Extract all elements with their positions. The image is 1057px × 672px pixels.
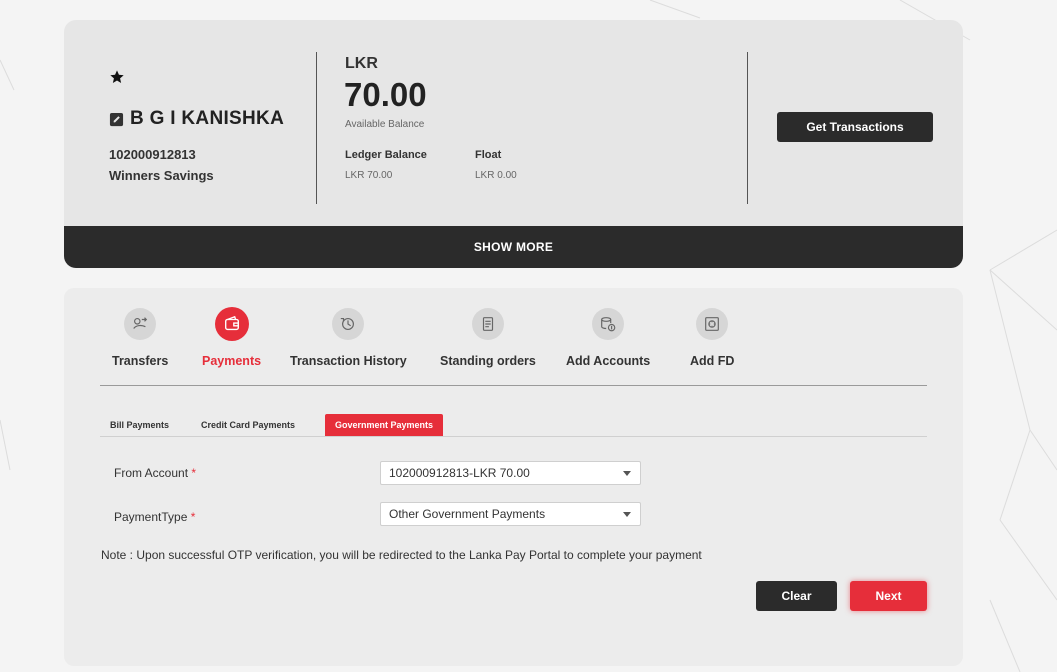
from-account-select[interactable]: 102000912813-LKR 70.00	[380, 461, 641, 485]
from-account-label: From Account *	[114, 466, 196, 480]
transaction-history-icon	[332, 308, 365, 340]
available-balance-label: Available Balance	[345, 119, 425, 130]
menu-item-transaction-history[interactable]: Transaction History	[290, 308, 407, 368]
standing-order-icon	[471, 308, 504, 340]
menu-item-add-fd[interactable]: Add FD	[690, 308, 734, 368]
next-button[interactable]: Next	[850, 581, 927, 611]
payments-panel: Transfers Payments Transaction History S…	[64, 288, 963, 666]
payment-type-label-text: PaymentType	[114, 510, 188, 524]
redirect-note: Note : Upon successful OTP verification,…	[101, 548, 702, 562]
required-marker: *	[191, 466, 197, 480]
balance-currency: LKR	[345, 55, 378, 72]
divider	[316, 52, 317, 204]
chevron-down-icon	[623, 512, 631, 517]
show-more-button[interactable]: SHOW MORE	[64, 226, 963, 268]
star-icon[interactable]	[109, 69, 125, 85]
menu-item-standing-orders[interactable]: Standing orders	[440, 308, 536, 368]
tab-government-payments[interactable]: Government Payments	[325, 414, 444, 436]
account-type: Winners Savings	[109, 168, 214, 183]
menu-label: Add Accounts	[566, 354, 651, 368]
wallet-icon	[214, 307, 249, 341]
menu-item-transfers[interactable]: Transfers	[112, 308, 168, 368]
menu-label: Standing orders	[440, 354, 536, 368]
tab-credit-card-payments[interactable]: Credit Card Payments	[201, 414, 295, 436]
payment-type-value: Other Government Payments	[389, 507, 546, 521]
menu-label: Transfers	[112, 354, 169, 368]
subtab-divider	[100, 436, 927, 437]
from-account-value: 102000912813-LKR 70.00	[389, 466, 530, 480]
ledger-balance-value: LKR 70.00	[345, 170, 393, 181]
payment-type-label: PaymentType *	[114, 510, 195, 524]
transfer-icon	[124, 308, 157, 340]
clear-button[interactable]: Clear	[756, 581, 837, 611]
divider	[747, 52, 748, 204]
from-account-label-text: From Account	[114, 466, 189, 480]
safe-icon	[696, 308, 729, 340]
payment-type-select[interactable]: Other Government Payments	[380, 502, 641, 526]
required-marker: *	[190, 510, 196, 524]
account-holder-name: B G I KANISHKA	[130, 108, 285, 129]
menu-item-payments[interactable]: Payments	[202, 307, 261, 368]
account-name-row: B G I KANISHKA	[109, 108, 284, 130]
add-account-icon	[592, 308, 625, 340]
float-label: Float	[475, 149, 502, 161]
ledger-balance-label: Ledger Balance	[345, 149, 427, 161]
edit-icon[interactable]	[109, 112, 124, 127]
menu-label: Add FD	[690, 354, 735, 368]
menu-divider	[100, 385, 927, 386]
account-number: 102000912813	[109, 147, 196, 162]
account-summary-card: B G I KANISHKA 102000912813 Winners Savi…	[64, 20, 963, 268]
tab-bill-payments[interactable]: Bill Payments	[110, 414, 169, 436]
menu-label: Payments	[202, 354, 262, 368]
menu-label: Transaction History	[290, 354, 407, 368]
chevron-down-icon	[623, 471, 631, 476]
menu-item-add-accounts[interactable]: Add Accounts	[566, 308, 650, 368]
get-transactions-button[interactable]: Get Transactions	[777, 112, 933, 142]
available-balance: 70.00	[344, 76, 427, 113]
float-value: LKR 0.00	[475, 170, 517, 181]
